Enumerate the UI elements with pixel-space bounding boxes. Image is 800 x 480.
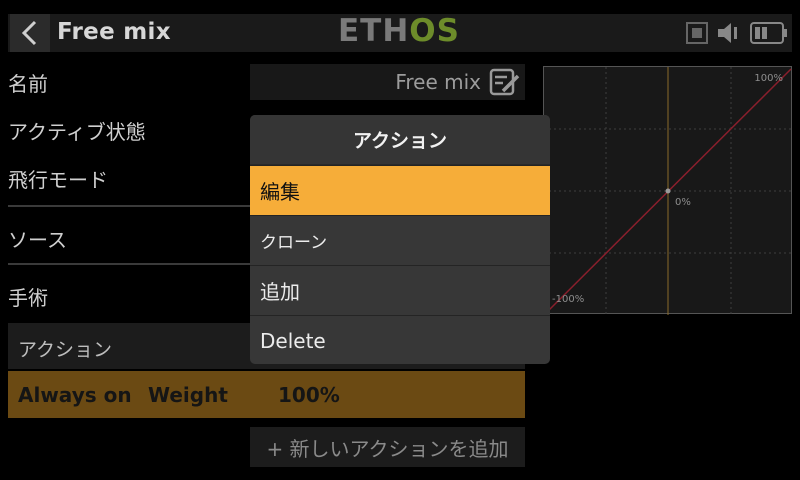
graph-max-label: 100% [754,73,783,84]
curve-graph: 100% 0% -100% [543,66,793,315]
speaker-icon [718,23,737,43]
operation-label: 手術 [8,286,48,310]
menu-title: アクション [250,115,550,165]
action-condition: Always on [18,383,132,407]
action-row[interactable]: Always on Weight 100% [8,371,525,418]
sd-card-icon [686,22,708,44]
action-menu: アクション 編集 クローン 追加 Delete [250,115,550,364]
top-bar: Free mix ETHOS [0,0,800,52]
ethos-logo: ETHOS [338,13,460,49]
page-title: Free mix [57,19,171,45]
battery-icon [750,22,787,44]
center-point [665,188,671,194]
name-label: 名前 [8,72,48,96]
back-button[interactable] [10,14,50,52]
add-action-button[interactable]: + 新しいアクションを追加 [250,427,525,467]
action-type: Weight [148,383,228,407]
source-label: ソース [8,228,67,252]
action-value: 100% [278,383,340,407]
menu-item-add[interactable]: 追加 [250,265,550,315]
menu-item-clone[interactable]: クローン [250,215,550,265]
actions-header-label: アクション [18,339,113,361]
edit-icon[interactable] [489,67,521,97]
menu-item-delete[interactable]: Delete [250,315,550,364]
chevron-left-icon [21,20,37,46]
graph-min-label: -100% [552,294,585,305]
name-field[interactable]: Free mix [250,64,525,100]
add-action-label: + 新しいアクションを追加 [266,436,509,461]
name-value: Free mix [395,70,481,94]
active-state-label: アクティブ状態 [8,120,146,144]
menu-item-edit[interactable]: 編集 [250,165,550,215]
graph-mid-label: 0% [675,197,691,208]
status-icons [686,20,788,46]
curve-plot [544,67,793,315]
flight-mode-label: 飛行モード [8,168,108,192]
